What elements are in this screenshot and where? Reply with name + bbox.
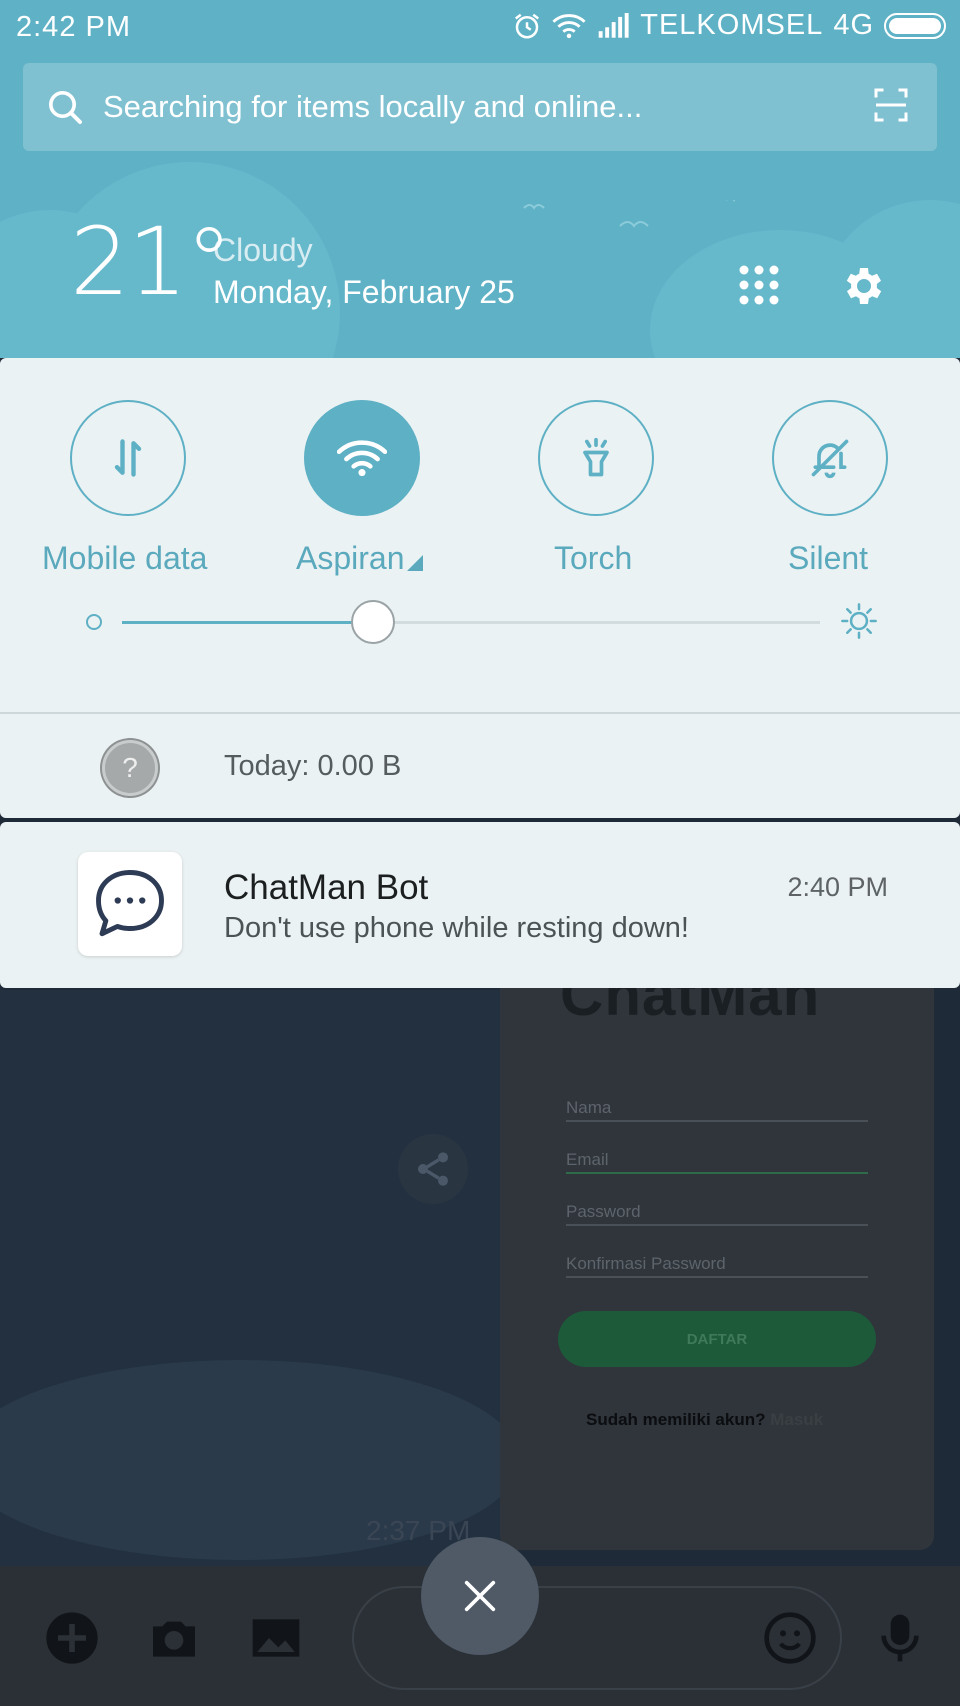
toggle-mobile-data-label: Mobile data xyxy=(42,540,208,576)
close-icon xyxy=(464,1580,496,1612)
birds-icon xyxy=(523,200,736,228)
divider xyxy=(0,712,960,714)
background-field-confirm-password: Konfirmasi Password xyxy=(566,1254,868,1278)
brightness-high-icon xyxy=(841,603,877,639)
close-notifications-button[interactable] xyxy=(421,1537,539,1655)
share-icon xyxy=(398,1134,468,1204)
toggle-torch[interactable]: Torch xyxy=(536,400,656,576)
toggle-wifi[interactable]: Aspiran xyxy=(296,400,423,576)
notification-shade-header: 2:42 PM TELKOMSEL 4G Searching for items… xyxy=(0,0,960,358)
camera-icon xyxy=(146,1610,202,1666)
network-type: 4G xyxy=(833,9,874,41)
alarm-icon xyxy=(515,13,540,38)
notification-message: Don't use phone while resting down! xyxy=(224,912,689,944)
toggle-wifi-button[interactable] xyxy=(304,400,420,516)
wifi-more-icon xyxy=(406,555,423,571)
background-field-password: Password xyxy=(566,1202,868,1226)
brightness-track[interactable] xyxy=(122,600,820,644)
background-signin-link: Masuk xyxy=(770,1410,824,1429)
notification-card[interactable]: ChatMan Bot Don't use phone while restin… xyxy=(0,822,960,988)
bell-off-icon xyxy=(811,439,849,479)
background-field-email: Email xyxy=(566,1150,868,1174)
toggle-mobile-data-button[interactable] xyxy=(70,400,186,516)
search-bar[interactable]: Searching for items locally and online..… xyxy=(23,63,937,151)
help-icon: ? xyxy=(102,740,158,796)
toggle-silent[interactable]: Silent xyxy=(770,400,890,576)
notification-time: 2:40 PM xyxy=(787,872,888,902)
image-icon xyxy=(248,1610,304,1666)
weather-condition: Cloudy xyxy=(213,232,313,268)
temperature: 21° xyxy=(70,208,233,317)
toggle-mobile-data[interactable]: Mobile data xyxy=(42,400,207,576)
brightness-slider[interactable] xyxy=(0,596,960,646)
toggle-torch-label: Torch xyxy=(554,540,633,576)
battery-icon xyxy=(884,12,946,39)
search-placeholder: Searching for items locally and online..… xyxy=(103,89,643,124)
brightness-thumb[interactable] xyxy=(351,600,395,644)
brightness-fill xyxy=(122,621,373,624)
add-icon xyxy=(44,1610,100,1666)
torch-icon xyxy=(583,437,609,477)
notification-title: ChatMan Bot xyxy=(224,868,429,907)
quick-settings-panel: Mobile data Aspiran Torch Silent ? Today… xyxy=(0,358,960,818)
carrier-name: TELKOMSEL xyxy=(640,9,824,41)
search-icon xyxy=(49,91,82,124)
wifi-status-icon xyxy=(552,13,586,38)
chat-bubble-icon xyxy=(96,870,164,937)
data-usage: Today: 0.00 B xyxy=(224,750,402,782)
microphone-icon xyxy=(872,1610,928,1666)
wifi-icon xyxy=(337,440,387,477)
background-register-button: DAFTAR xyxy=(558,1311,876,1367)
signal-icon xyxy=(598,12,629,38)
background-field-name: Nama xyxy=(566,1098,868,1122)
scan-icon[interactable] xyxy=(873,87,909,123)
mobile-data-icon xyxy=(114,439,142,477)
status-time: 2:42 PM xyxy=(16,11,131,43)
emoji-icon xyxy=(762,1610,818,1666)
toggle-wifi-label: Aspiran xyxy=(296,540,423,577)
brightness-low-icon xyxy=(86,614,102,630)
status-bar: 2:42 PM TELKOMSEL 4G xyxy=(0,0,960,54)
current-date: Monday, February 25 xyxy=(213,274,515,310)
toggle-silent-label: Silent xyxy=(788,540,869,576)
status-icons: TELKOMSEL 4G xyxy=(512,9,948,42)
apps-grid-icon[interactable] xyxy=(738,264,780,306)
gear-icon[interactable] xyxy=(838,262,886,310)
background-signin-text: Sudah memiliki akun? Masuk xyxy=(586,1410,823,1430)
chatman-app-icon xyxy=(78,852,182,956)
toggle-torch-button[interactable] xyxy=(538,400,654,516)
wifi-network-name: Aspiran xyxy=(296,540,405,576)
toggle-silent-button[interactable] xyxy=(772,400,888,516)
background-signin-prompt: Sudah memiliki akun? xyxy=(586,1410,766,1429)
